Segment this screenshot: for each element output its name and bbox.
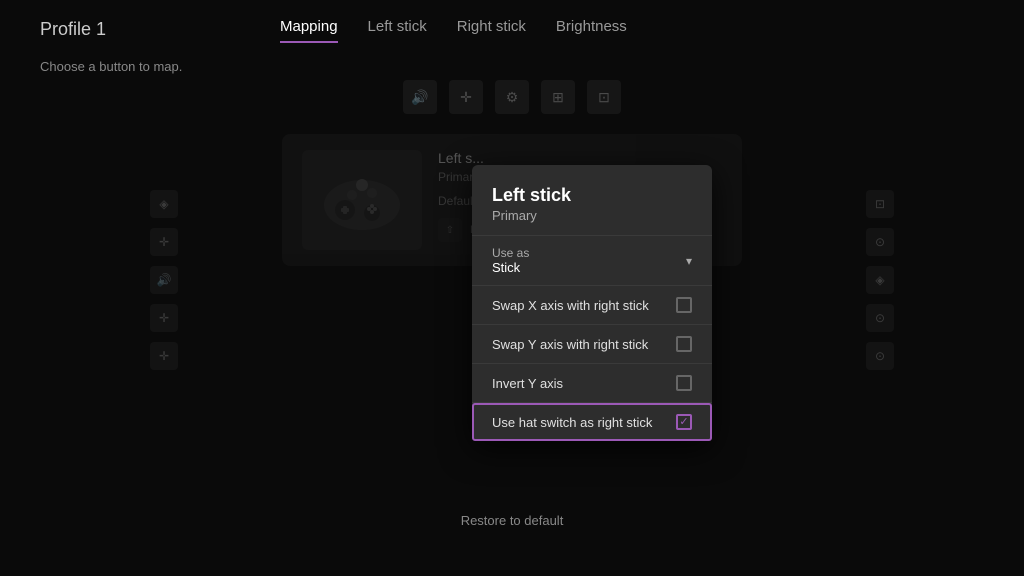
tab-right-stick[interactable]: Right stick (457, 18, 526, 41)
option-invert-y[interactable]: Invert Y axis (472, 364, 712, 403)
use-as-label: Use as (492, 246, 529, 260)
app-header: Profile 1 Mapping Left stick Right stick… (0, 0, 1024, 41)
checkbox-invert-y[interactable] (676, 375, 692, 391)
chevron-down-icon: ▾ (686, 254, 692, 268)
use-as-group: Use as Stick (492, 246, 529, 275)
option-swap-y[interactable]: Swap Y axis with right stick (472, 325, 712, 364)
option-invert-y-label: Invert Y axis (492, 376, 563, 391)
option-swap-x-label: Swap X axis with right stick (492, 298, 649, 313)
modal-use-as-row: Use as Stick ▾ (492, 246, 692, 275)
modal-use-as-section[interactable]: Use as Stick ▾ (472, 236, 712, 286)
modal-overlay: Left stick Primary Use as Stick ▾ Swap X… (0, 70, 1024, 576)
modal-title: Left stick (492, 185, 692, 206)
option-hat-switch-label: Use hat switch as right stick (492, 415, 652, 430)
option-hat-switch[interactable]: Use hat switch as right stick (472, 403, 712, 441)
option-swap-x[interactable]: Swap X axis with right stick (472, 286, 712, 325)
tab-brightness[interactable]: Brightness (556, 18, 627, 41)
main-area: 🔊 ✛ ⚙ ⊞ ⊡ (0, 70, 1024, 576)
modal-subtitle: Primary (492, 208, 692, 223)
modal-header: Left stick Primary (472, 185, 712, 236)
checkbox-swap-x[interactable] (676, 297, 692, 313)
checkbox-swap-y[interactable] (676, 336, 692, 352)
left-stick-modal: Left stick Primary Use as Stick ▾ Swap X… (472, 165, 712, 441)
restore-default-button[interactable]: Restore to default (437, 505, 588, 536)
option-swap-y-label: Swap Y axis with right stick (492, 337, 648, 352)
tab-left-stick[interactable]: Left stick (368, 18, 427, 41)
tab-mapping[interactable]: Mapping (280, 18, 338, 41)
checkbox-hat-switch[interactable] (676, 414, 692, 430)
restore-btn-area: Restore to default (0, 505, 1024, 536)
nav-tabs: Mapping Left stick Right stick Brightnes… (280, 18, 627, 41)
profile-title: Profile 1 (40, 19, 120, 40)
use-as-value: Stick (492, 260, 529, 275)
